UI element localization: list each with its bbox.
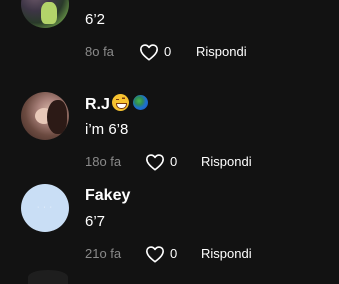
comment-meta: 21o fa 0 Rispondi: [85, 244, 339, 264]
avatar[interactable]: [28, 270, 68, 284]
comment-meta: 8o fa 0 Rispondi: [85, 42, 339, 62]
globe-emoji-icon: [132, 95, 148, 110]
avatar-detail: [47, 100, 67, 134]
comment-meta: 18o fa 0 Rispondi: [85, 152, 339, 172]
comment-text: 6’2: [85, 11, 106, 28]
comment-item: · · · Fakey 6’7 21o fa 0 Rispondi: [0, 182, 339, 274]
comment-time: 21o fa: [85, 246, 122, 261]
comment-item: D 6’2 8o fa 0 Rispondi: [0, 0, 339, 72]
comment-username[interactable]: R.J: [85, 96, 110, 113]
like-count: 0: [164, 44, 172, 59]
heart-icon[interactable]: [139, 43, 161, 61]
heart-icon[interactable]: [145, 153, 167, 171]
avatar[interactable]: [21, 92, 69, 140]
reply-button[interactable]: Rispondi: [196, 42, 247, 62]
like-count: 0: [170, 246, 178, 261]
avatar-detail: [41, 2, 57, 24]
comment-text: i’m 6’8: [85, 121, 129, 138]
avatar-detail: · · ·: [37, 204, 53, 211]
reply-button[interactable]: Rispondi: [201, 152, 252, 172]
avatar[interactable]: · · ·: [21, 184, 69, 232]
comment-time: 8o fa: [85, 44, 114, 59]
avatar[interactable]: [21, 0, 69, 28]
comment-time: 18o fa: [85, 154, 122, 169]
comment-username[interactable]: D: [85, 0, 97, 4]
grinning-face-emoji-icon: [111, 94, 129, 111]
heart-icon[interactable]: [145, 245, 167, 263]
reply-button[interactable]: Rispondi: [201, 244, 252, 264]
like-count: 0: [170, 154, 178, 169]
comment-text: 6’7: [85, 213, 106, 230]
comment-username[interactable]: Fakey: [85, 186, 130, 206]
comment-item: R.J i’m 6’8 18o fa 0 Rispondi: [0, 90, 339, 182]
comment-username-row: R.J: [85, 94, 148, 115]
